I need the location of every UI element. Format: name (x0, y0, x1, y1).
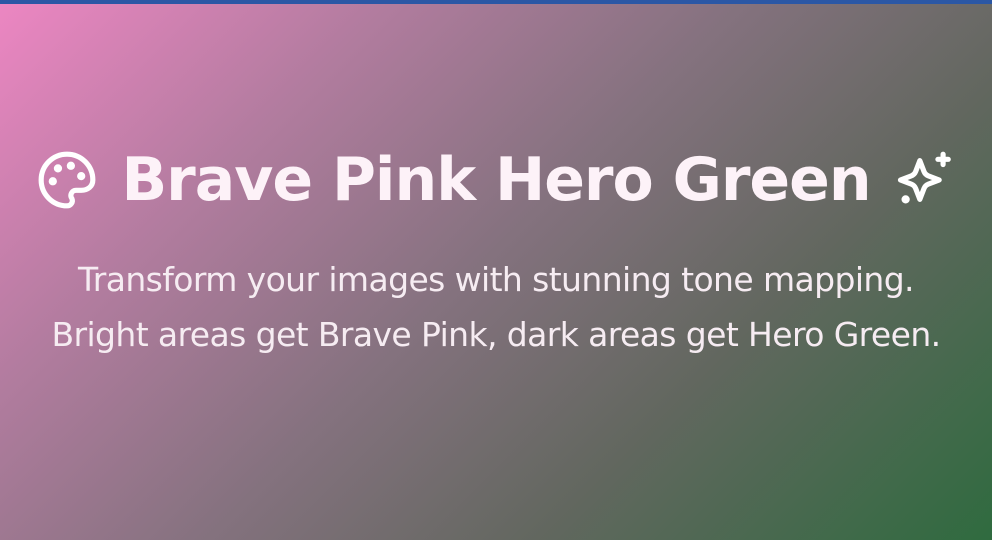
sparkles-icon (893, 148, 957, 212)
hero-title-row: Brave Pink Hero Green (0, 142, 992, 218)
hero-subtitle: Transform your images with stunning tone… (51, 260, 941, 354)
page-title: Brave Pink Hero Green (121, 145, 871, 215)
palette-icon (35, 148, 99, 212)
hero-section: Brave Pink Hero Green Transform your ima… (0, 4, 992, 540)
